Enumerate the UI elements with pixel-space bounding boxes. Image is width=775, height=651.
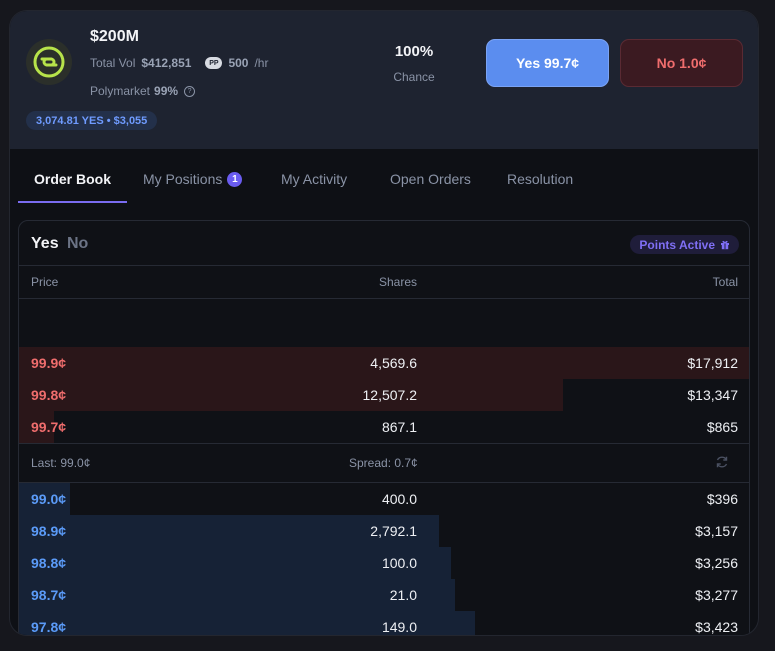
tab-my-positions[interactable]: My Positions 1: [143, 171, 243, 187]
spread-value: Spread: 0.7¢: [349, 456, 418, 470]
side-toggle-no[interactable]: No: [67, 235, 88, 253]
source-row: Polymarket 99% ?: [90, 84, 196, 98]
depth-bar: [19, 379, 563, 411]
chance-value: 100%: [394, 43, 434, 60]
row-total: $3,256: [695, 555, 738, 571]
row-price: 99.7¢: [31, 419, 67, 435]
position-badge[interactable]: 3,074.81 YES • $3,055: [26, 111, 158, 130]
row-total: $13,347: [687, 387, 738, 403]
market-title: $200M: [90, 28, 139, 45]
buy-no-button[interactable]: No 1.0¢: [620, 39, 743, 87]
row-total: $3,157: [695, 523, 738, 539]
logo-icon: [33, 46, 65, 78]
tab-label: Open Orders: [390, 171, 471, 187]
points-rate-unit: /hr: [254, 56, 269, 70]
side-toggle-yes[interactable]: Yes: [31, 235, 59, 253]
active-tab-indicator: [18, 201, 127, 203]
col-price: Price: [31, 275, 59, 289]
col-shares: Shares: [378, 275, 417, 289]
market-header: $200M Total Vol $412,851 PP 500 /hr Poly…: [10, 11, 758, 149]
tab-order-book[interactable]: Order Book: [34, 171, 111, 187]
tab-label: Resolution: [507, 171, 574, 187]
tab-bar: Order Book My Positions 1 My Activity Op…: [18, 161, 758, 203]
tab-label: My Activity: [281, 171, 348, 187]
gift-icon: [721, 240, 729, 249]
volume-row: Total Vol $412,851 PP 500 /hr: [90, 56, 268, 70]
ask-row[interactable]: 99.9¢ 4,569.6 $17,912: [19, 347, 749, 379]
spread-row: Last: 99.0¢ Spread: 0.7¢: [19, 443, 749, 483]
row-total: $17,912: [687, 355, 738, 371]
row-price: 98.9¢: [31, 523, 67, 539]
market-card: $200M Total Vol $412,851 PP 500 /hr Poly…: [9, 10, 759, 636]
ask-row[interactable]: 99.7¢ 867.1 $865: [19, 411, 749, 443]
points-active-label: Points Active: [639, 237, 715, 252]
bid-row[interactable]: 98.9¢ 2,792.1 $3,157: [19, 515, 749, 547]
row-shares: 100.0: [381, 555, 417, 571]
volume-value: $412,851: [141, 56, 192, 70]
row-shares: 867.1: [381, 419, 417, 435]
help-icon[interactable]: ?: [184, 85, 196, 97]
bid-row[interactable]: 99.0¢ 400.0 $396: [19, 483, 749, 515]
points-active-badge[interactable]: Points Active: [630, 235, 739, 254]
row-shares: 4,569.6: [370, 355, 417, 371]
row-total: $3,423: [695, 619, 738, 635]
bid-row[interactable]: 98.7¢ 21.0 $3,277: [19, 579, 749, 611]
positions-count-badge: 1: [227, 171, 243, 187]
source-pct: 99%: [154, 84, 179, 98]
row-shares: 12,507.2: [362, 387, 418, 403]
tab-my-activity[interactable]: My Activity: [281, 171, 347, 187]
bid-row[interactable]: 98.8¢ 100.0 $3,256: [19, 547, 749, 579]
row-price: 97.8¢: [31, 619, 67, 635]
buy-yes-button[interactable]: Yes 99.7¢: [486, 39, 609, 87]
order-book: Yes No Points Active Price Shares Total …: [18, 220, 750, 635]
column-headers: Price Shares Total: [19, 266, 749, 299]
order-book-header: Yes No Points Active: [19, 221, 749, 266]
points-rate: 500: [228, 56, 249, 70]
last-price: Last: 99.0¢: [31, 456, 91, 470]
tab-resolution[interactable]: Resolution: [507, 171, 573, 187]
row-total: $3,277: [695, 587, 738, 603]
tab-label: My Positions: [143, 171, 223, 187]
row-total: $865: [706, 419, 738, 435]
row-shares: 2,792.1: [370, 523, 417, 539]
row-price: 99.9¢: [31, 355, 67, 371]
ask-row[interactable]: 99.8¢ 12,507.2 $13,347: [19, 379, 749, 411]
row-price: 98.8¢: [31, 555, 67, 571]
row-price: 99.0¢: [31, 491, 67, 507]
points-rate-icon: PP: [205, 57, 223, 69]
row-price: 99.8¢: [31, 387, 67, 403]
chance-label: Chance: [393, 70, 435, 84]
source-name: Polymarket: [90, 84, 151, 98]
bid-row[interactable]: 97.8¢ 149.0 $3,423: [19, 611, 749, 635]
row-total: $396: [706, 491, 738, 507]
row-price: 98.7¢: [31, 587, 67, 603]
volume-label: Total Vol: [90, 56, 136, 70]
row-shares: 21.0: [389, 587, 417, 603]
refresh-icon[interactable]: [715, 455, 729, 469]
row-shares: 149.0: [381, 619, 417, 635]
market-logo: [26, 39, 72, 85]
col-total: Total: [712, 275, 738, 289]
chance-block: 100% Chance: [387, 43, 441, 84]
row-shares: 400.0: [381, 491, 417, 507]
tab-label: Order Book: [34, 171, 112, 187]
tab-open-orders[interactable]: Open Orders: [390, 171, 471, 187]
